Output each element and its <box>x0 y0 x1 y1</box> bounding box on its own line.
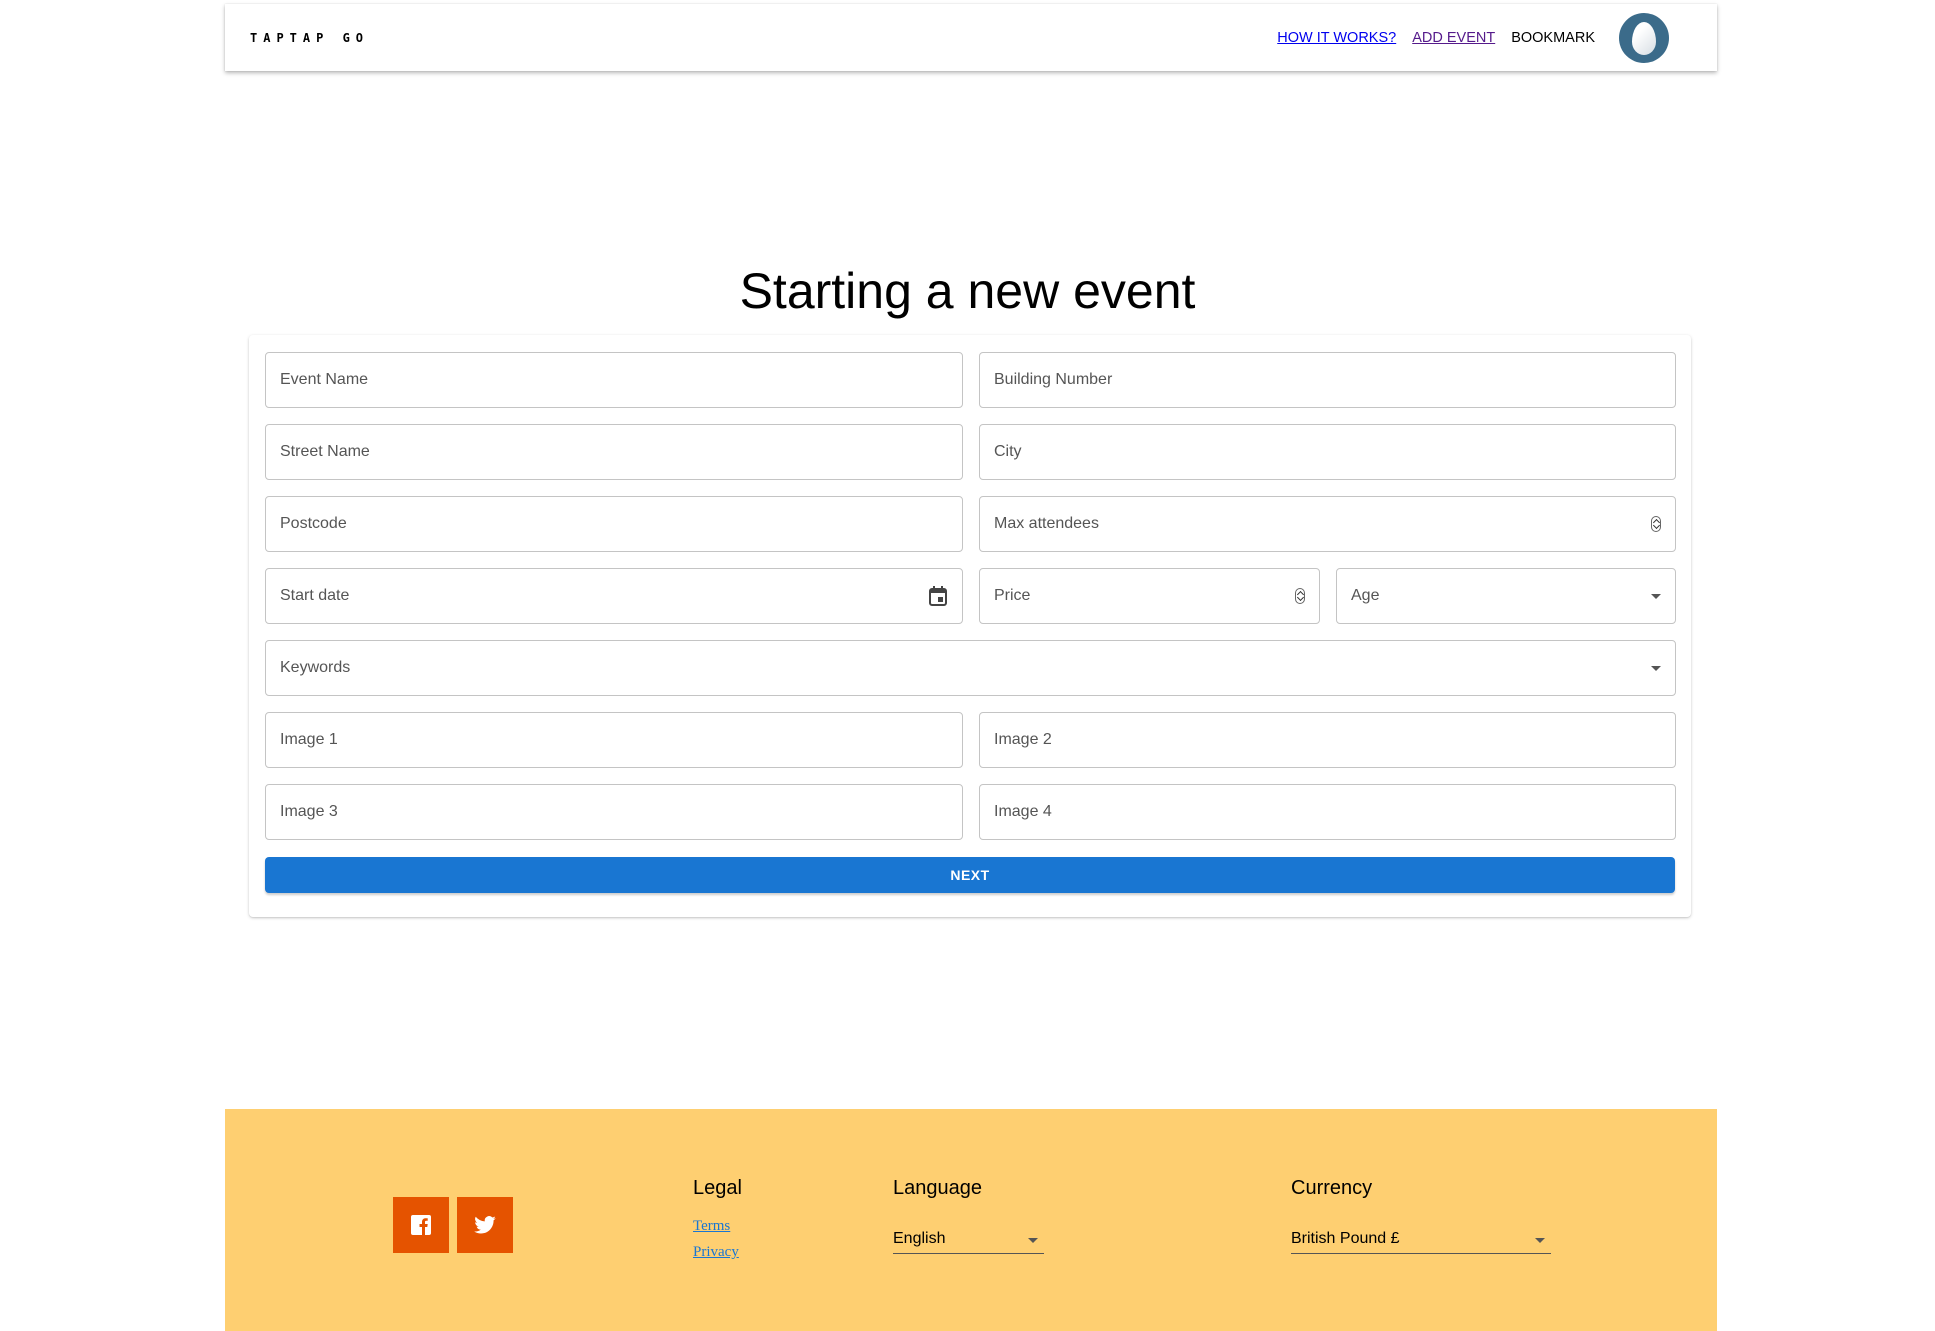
building-number-input[interactable]: Building Number <box>979 352 1676 408</box>
street-name-placeholder: Street Name <box>280 443 370 460</box>
age-placeholder: Age <box>1351 587 1380 604</box>
nav-links: HOW IT WORKS? ADD EVENT BOOKMARK <box>1261 12 1669 63</box>
chevron-down-icon <box>1535 1230 1545 1248</box>
new-event-form: Event Name Building Number Street Name C… <box>249 335 1691 917</box>
street-name-input[interactable]: Street Name <box>265 424 963 480</box>
city-placeholder: City <box>994 443 1022 460</box>
currency-select[interactable]: British Pound £ <box>1291 1224 1551 1254</box>
building-number-placeholder: Building Number <box>994 371 1113 388</box>
city-input[interactable]: City <box>979 424 1676 480</box>
image-3-placeholder: Image 3 <box>280 803 338 820</box>
start-date-input[interactable]: Start date <box>265 568 963 624</box>
language-select[interactable]: English <box>893 1224 1044 1254</box>
facebook-button[interactable] <box>393 1197 449 1253</box>
user-avatar[interactable] <box>1619 12 1669 63</box>
image-3-input[interactable]: Image 3 <box>265 784 963 840</box>
chevron-down-icon <box>1651 665 1661 671</box>
terms-link[interactable]: Terms <box>693 1218 730 1235</box>
max-attendees-placeholder: Max attendees <box>994 515 1099 532</box>
calendar-icon[interactable] <box>928 585 948 607</box>
max-attendees-input[interactable]: Max attendees <box>979 496 1676 552</box>
event-name-placeholder: Event Name <box>280 371 369 388</box>
twitter-button[interactable] <box>457 1197 513 1253</box>
chevron-down-icon <box>1028 1230 1038 1248</box>
page-title: Starting a new event <box>739 263 1196 319</box>
price-input[interactable]: Price <box>979 568 1320 624</box>
postcode-placeholder: Postcode <box>280 515 347 532</box>
price-placeholder: Price <box>994 587 1031 604</box>
event-name-input[interactable]: Event Name <box>265 352 963 408</box>
postcode-input[interactable]: Postcode <box>265 496 963 552</box>
privacy-link[interactable]: Privacy <box>693 1244 739 1261</box>
number-spinner-icon[interactable] <box>1295 588 1305 604</box>
currency-heading: Currency <box>1291 1177 1373 1199</box>
start-date-placeholder: Start date <box>280 587 350 604</box>
age-select[interactable]: Age <box>1336 568 1676 624</box>
add-event-link[interactable]: ADD EVENT <box>1412 30 1495 46</box>
image-2-input[interactable]: Image 2 <box>979 712 1676 768</box>
language-heading: Language <box>893 1177 982 1199</box>
currency-value: British Pound £ <box>1291 1229 1400 1247</box>
keywords-placeholder: Keywords <box>280 659 351 676</box>
bookmark-link[interactable]: BOOKMARK <box>1511 30 1595 46</box>
site-footer: Legal Terms Privacy Language English Cur… <box>225 1109 1717 1331</box>
language-value: English <box>893 1229 946 1247</box>
next-button[interactable]: NEXT <box>265 857 1675 893</box>
top-nav-bar: TAPTAP GO HOW IT WORKS? ADD EVENT BOOKMA… <box>225 4 1717 71</box>
number-spinner-icon[interactable] <box>1651 516 1661 532</box>
facebook-icon <box>411 1215 431 1235</box>
brand-logo[interactable]: TAPTAP GO <box>250 31 369 45</box>
chevron-down-icon <box>1651 593 1661 599</box>
legal-heading: Legal <box>693 1177 742 1199</box>
keywords-select[interactable]: Keywords <box>265 640 1676 696</box>
image-4-placeholder: Image 4 <box>994 803 1052 820</box>
image-2-placeholder: Image 2 <box>994 731 1052 748</box>
how-it-works-link[interactable]: HOW IT WORKS? <box>1277 30 1396 46</box>
image-1-placeholder: Image 1 <box>280 731 338 748</box>
image-4-input[interactable]: Image 4 <box>979 784 1676 840</box>
image-1-input[interactable]: Image 1 <box>265 712 963 768</box>
twitter-icon <box>474 1216 496 1234</box>
egg-avatar-icon <box>1632 21 1656 55</box>
